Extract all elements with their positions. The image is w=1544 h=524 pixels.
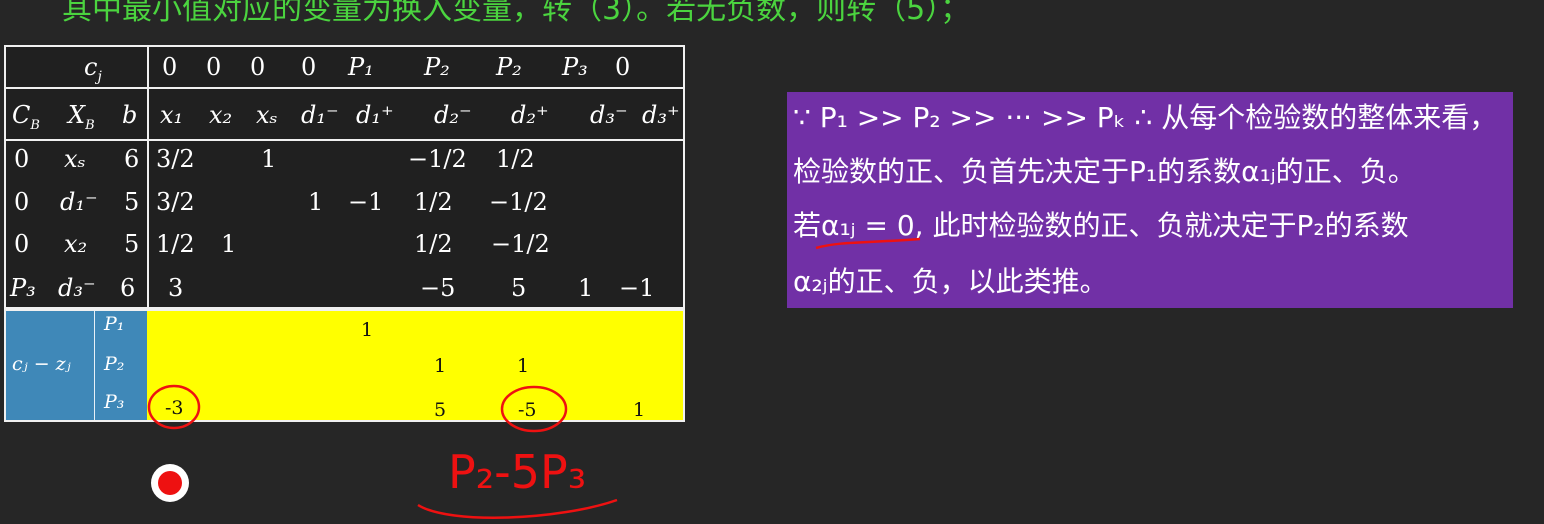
underline-mark xyxy=(815,237,921,250)
annotation-layer: P₂-5P₃ xyxy=(147,237,921,519)
handwritten-expression: P₂-5P₃ xyxy=(448,445,586,499)
underline-mark xyxy=(417,498,618,519)
circle-mark xyxy=(147,384,201,430)
cursor-pointer-icon xyxy=(151,464,189,502)
circle-mark xyxy=(500,385,568,433)
